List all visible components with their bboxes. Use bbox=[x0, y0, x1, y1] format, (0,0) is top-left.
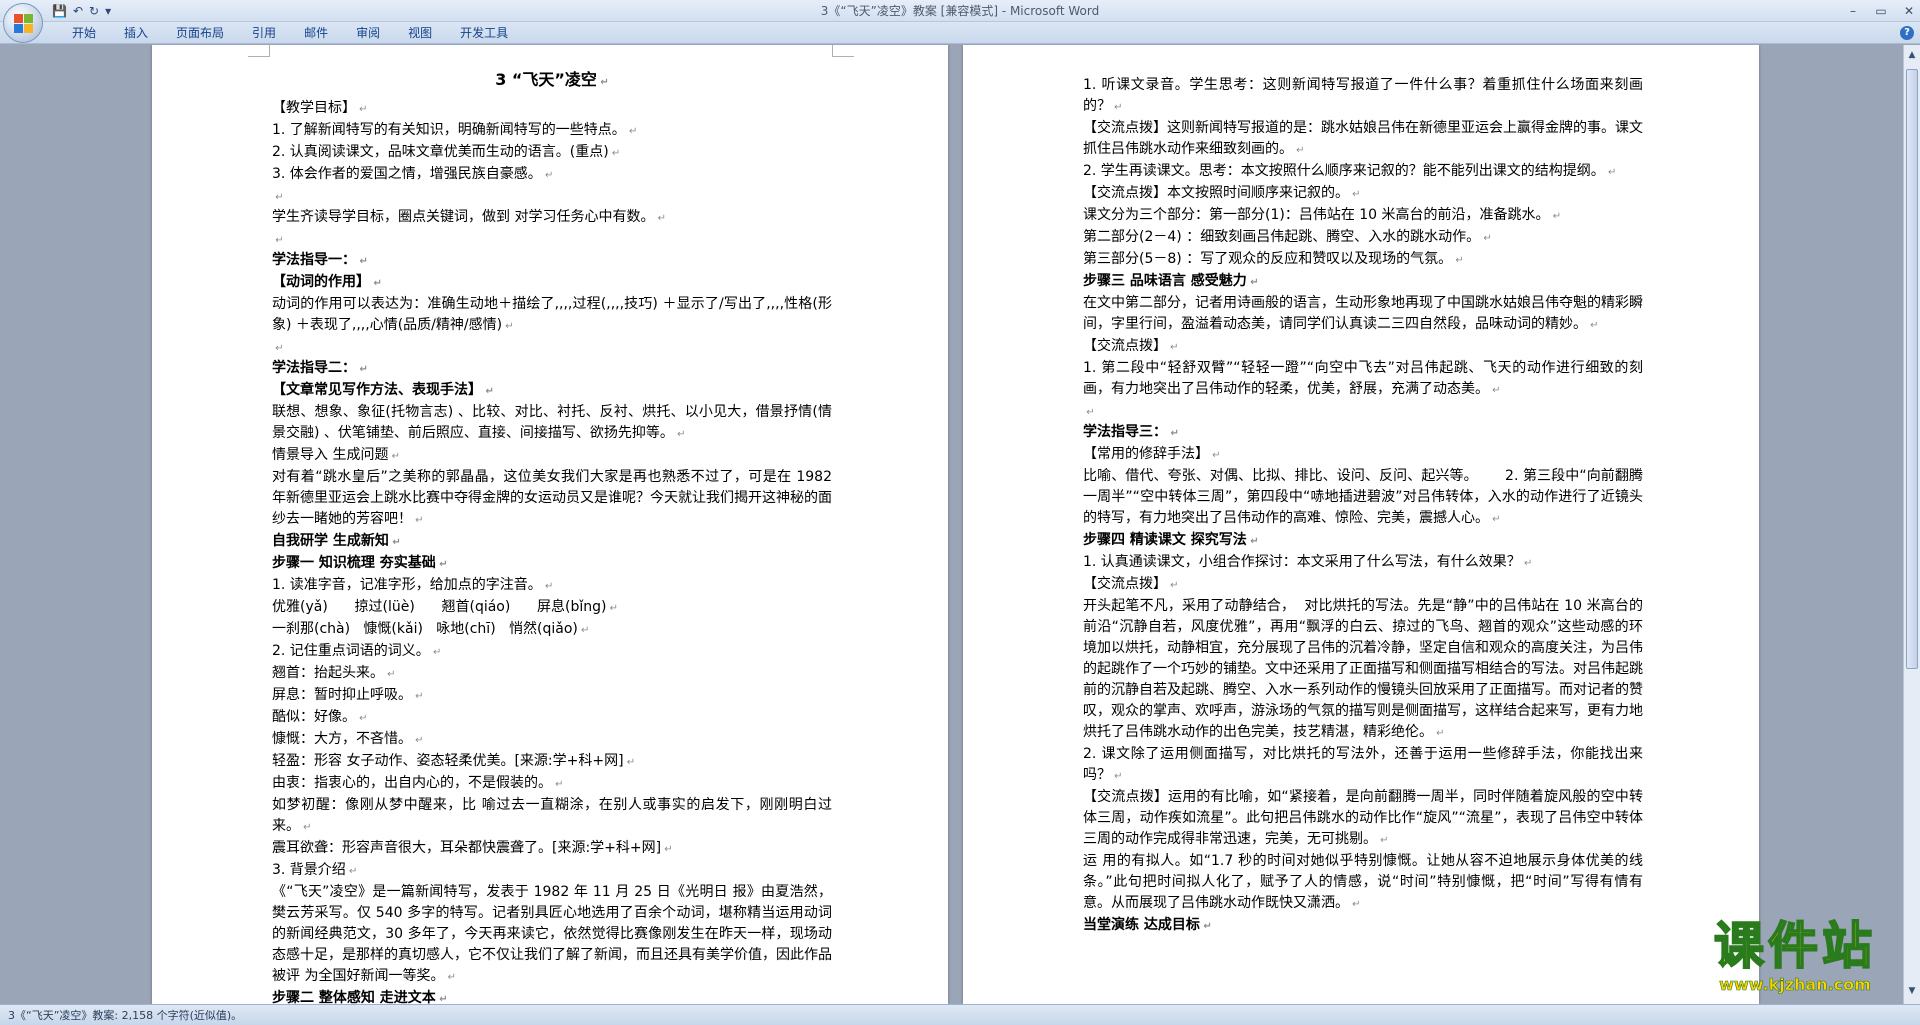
tab-view[interactable]: 视图 bbox=[394, 22, 446, 44]
paragraph: 如梦初醒：像刚从梦中醒来，比 喻过去一直糊涂，在别人或事实的启发下，刚刚明白过来… bbox=[272, 795, 832, 838]
paragraph: 2. 记住重点词语的词义。 bbox=[272, 641, 832, 663]
tab-home[interactable]: 开始 bbox=[58, 22, 110, 44]
section-heading: 当堂演练 达成目标 bbox=[1083, 915, 1643, 937]
blank-paragraph bbox=[1083, 401, 1643, 422]
paragraph: 【交流点拨】这则新闻特写报道的是：跳水姑娘吕伟在新德里亚运会上赢得金牌的事。课文… bbox=[1083, 118, 1643, 161]
watermark-url: www.kjzhan.com bbox=[1719, 975, 1871, 995]
page-text[interactable]: 1. 听课文录音。学生思考：这则新闻特写报道了一件什么事？着重抓住什么场面来刻画… bbox=[1083, 75, 1643, 937]
paragraph: 一刹那(chà) 慷慨(kǎi) 咏地(chī) 悄然(qiǎo) bbox=[272, 619, 832, 641]
paragraph: 动词的作用可以表达为：准确生动地＋描绘了,,,,过程(,,,,技巧) ＋显示了/… bbox=[272, 294, 832, 337]
paragraph: 2. 课文除了运用侧面描写，对比烘托的写法外，还善于运用一些修辞手法，你能找出来… bbox=[1083, 744, 1643, 787]
section-heading: 步骤二 整体感知 走进文本 bbox=[272, 988, 832, 1004]
vertical-scrollbar[interactable]: ▲ ▼ bbox=[1903, 45, 1920, 1004]
office-logo-icon bbox=[14, 14, 34, 34]
paragraph: 运 用的有拟人。如“1.7 秒的时间对她似乎特别慷慨。让她从容不迫地展示身体优美… bbox=[1083, 851, 1643, 915]
section-heading: 步骤一 知识梳理 夯实基础 bbox=[272, 553, 832, 575]
watermark-title: 课件站 bbox=[1713, 917, 1876, 975]
office-button[interactable] bbox=[3, 3, 43, 43]
section-heading: 步骤四 精读课文 探究写法 bbox=[1083, 530, 1643, 552]
blank-paragraph bbox=[272, 186, 832, 207]
paragraph: 2. 认真阅读课文，品味文章优美而生动的语言。(重点) bbox=[272, 142, 832, 164]
paragraph: 3. 背景介绍 bbox=[272, 860, 832, 882]
paragraph: 由衷：指衷心的，出自内心的，不是假装的。 bbox=[272, 773, 832, 795]
tab-references[interactable]: 引用 bbox=[238, 22, 290, 44]
page-right: 1. 听课文录音。学生思考：这则新闻特写报道了一件什么事？着重抓住什么场面来刻画… bbox=[963, 45, 1759, 1004]
tab-page-layout[interactable]: 页面布局 bbox=[162, 22, 238, 44]
paragraph: 开头起笔不凡，采用了动静结合， 对比烘托的写法。先是“静”中的吕伟站在 10 米… bbox=[1083, 596, 1643, 744]
paragraph: 1. 了解新闻特写的有关知识，明确新闻特写的一些特点。 bbox=[272, 120, 832, 142]
paragraph: 联想、想象、象征(托物言志) 、比较、对比、衬托、反衬、烘托、以小见大，借景抒情… bbox=[272, 402, 832, 445]
paragraph: 3. 体会作者的爱国之情，增强民族自豪感。 bbox=[272, 164, 832, 186]
section-heading: 学法指导二： bbox=[272, 358, 832, 380]
paragraph: 【常用的修辞手法】 bbox=[1083, 444, 1643, 466]
section-heading: 【文章常见写作方法、表现手法】 bbox=[272, 380, 832, 402]
window-controls: – ▭ ✕ bbox=[1846, 2, 1916, 20]
paragraph: 1. 听课文录音。学生思考：这则新闻特写报道了一件什么事？着重抓住什么场面来刻画… bbox=[1083, 75, 1643, 118]
section-heading: 学法指导一： bbox=[272, 250, 832, 272]
section-heading: 【动词的作用】 bbox=[272, 272, 832, 294]
paragraph: 《“飞天”凌空》是一篇新闻特写，发表于 1982 年 11 月 25 日《光明日… bbox=[272, 882, 832, 988]
crop-mark bbox=[832, 45, 854, 57]
paragraph: 1. 认真通读课文，小组合作探讨：本文采用了什么写法，有什么效果？ bbox=[1083, 552, 1643, 574]
scrollbar-thumb[interactable] bbox=[1906, 69, 1918, 669]
close-icon[interactable]: ✕ bbox=[1902, 2, 1916, 20]
window-title: 3《“飞天”凌空》教案 [兼容模式] - Microsoft Word bbox=[820, 4, 1100, 18]
paragraph: 第二部分(2－4) ：细致刻画吕伟起跳、腾空、入水的跳水动作。 bbox=[1083, 227, 1643, 249]
paragraph: 慷慨：大方，不吝惜。 bbox=[272, 729, 832, 751]
title-bar: 💾 ↶ ↻ ▾ 3《“飞天”凌空》教案 [兼容模式] - Microsoft W… bbox=[0, 0, 1920, 22]
section-heading: 自我研学 生成新知 bbox=[272, 531, 832, 553]
paragraph: 酷似：好像。 bbox=[272, 707, 832, 729]
paragraph: 在文中第二部分，记者用诗画般的语言，生动形象地再现了中国跳水姑娘吕伟夺魁的精彩瞬… bbox=[1083, 293, 1643, 336]
paragraph: 震耳欲聋：形容声音很大，耳朵都快震聋了。[来源:学+科+网] bbox=[272, 838, 832, 860]
minimize-icon[interactable]: – bbox=[1846, 2, 1860, 20]
paragraph: 【交流点拨】 bbox=[1083, 574, 1643, 596]
document-area: 3 “飞天”凌空【教学目标】1. 了解新闻特写的有关知识，明确新闻特写的一些特点… bbox=[0, 45, 1920, 1004]
paragraph: 【交流点拨】运用的有比喻，如“紧接着，是向前翻腾一周半，同时伴随着旋风般的空中转… bbox=[1083, 787, 1643, 851]
status-text: 3《“飞天”凌空》教案: 2,158 个字符(近似值)。 bbox=[8, 1009, 243, 1022]
maximize-icon[interactable]: ▭ bbox=[1874, 2, 1888, 20]
tab-insert[interactable]: 插入 bbox=[110, 22, 162, 44]
scroll-up-icon[interactable]: ▲ bbox=[1906, 49, 1918, 61]
paragraph: 情景导入 生成问题 bbox=[272, 445, 832, 467]
tab-developer[interactable]: 开发工具 bbox=[446, 22, 522, 44]
paragraph: 比喻、借代、夸张、对偶、比拟、排比、设问、反问、起兴等。 2. 第三段中“向前翻… bbox=[1083, 466, 1643, 530]
document-title: 3 “飞天”凌空 bbox=[272, 65, 832, 98]
paragraph: 学生齐读导学目标，圈点关键词，做到 对学习任务心中有数。 bbox=[272, 207, 832, 229]
paragraph: 【交流点拨】 bbox=[1083, 336, 1643, 358]
crop-mark bbox=[248, 45, 270, 57]
section-heading: 学法指导三： bbox=[1083, 422, 1643, 444]
watermark-logo: 课件站 www.kjzhan.com bbox=[1675, 917, 1915, 1002]
paragraph: 1. 读准字音，记准字形，给加点的字注音。 bbox=[272, 575, 832, 597]
paragraph: 1. 第二段中“轻舒双臂”“轻轻一蹬”“向空中飞去”对吕伟起跳、飞天的动作进行细… bbox=[1083, 358, 1643, 401]
blank-paragraph bbox=[272, 229, 832, 250]
paragraph: 第三部分(5－8) ：写了观众的反应和赞叹以及现场的气氛。 bbox=[1083, 249, 1643, 271]
help-icon[interactable]: ? bbox=[1900, 26, 1914, 40]
status-bar: 3《“飞天”凌空》教案: 2,158 个字符(近似值)。 bbox=[0, 1004, 1920, 1025]
page-left: 3 “飞天”凌空【教学目标】1. 了解新闻特写的有关知识，明确新闻特写的一些特点… bbox=[152, 45, 948, 1004]
paragraph: 翘首：抬起头来。 bbox=[272, 663, 832, 685]
tab-review[interactable]: 审阅 bbox=[342, 22, 394, 44]
paragraph: 课文分为三个部分：第一部分(1)：吕伟站在 10 米高台的前沿，准备跳水。 bbox=[1083, 205, 1643, 227]
paragraph: 2. 学生再读课文。思考：本文按照什么顺序来记叙的？能不能列出课文的结构提纲。 bbox=[1083, 161, 1643, 183]
paragraph: 【教学目标】 bbox=[272, 98, 832, 120]
blank-paragraph bbox=[272, 337, 832, 358]
paragraph: 屏息：暂时抑止呼吸。 bbox=[272, 685, 832, 707]
page-text[interactable]: 3 “飞天”凌空【教学目标】1. 了解新闻特写的有关知识，明确新闻特写的一些特点… bbox=[272, 65, 832, 1004]
tab-mailings[interactable]: 邮件 bbox=[290, 22, 342, 44]
paragraph: 对有着“跳水皇后”之美称的郭晶晶，这位美女我们大家是再也熟悉不过了，可是在 19… bbox=[272, 467, 832, 531]
ribbon-tab-bar: 开始 插入 页面布局 引用 邮件 审阅 视图 开发工具 ? bbox=[0, 22, 1920, 44]
paragraph: 【交流点拨】本文按照时间顺序来记叙的。 bbox=[1083, 183, 1643, 205]
paragraph: 优雅(yǎ) 掠过(lüè) 翘首(qiáo) 屏息(bǐng) bbox=[272, 597, 832, 619]
paragraph: 轻盈：形容 女子动作、姿态轻柔优美。[来源:学+科+网] bbox=[272, 751, 832, 773]
ribbon-tabs: 开始 插入 页面布局 引用 邮件 审阅 视图 开发工具 bbox=[58, 22, 522, 44]
section-heading: 步骤三 品味语言 感受魅力 bbox=[1083, 271, 1643, 293]
